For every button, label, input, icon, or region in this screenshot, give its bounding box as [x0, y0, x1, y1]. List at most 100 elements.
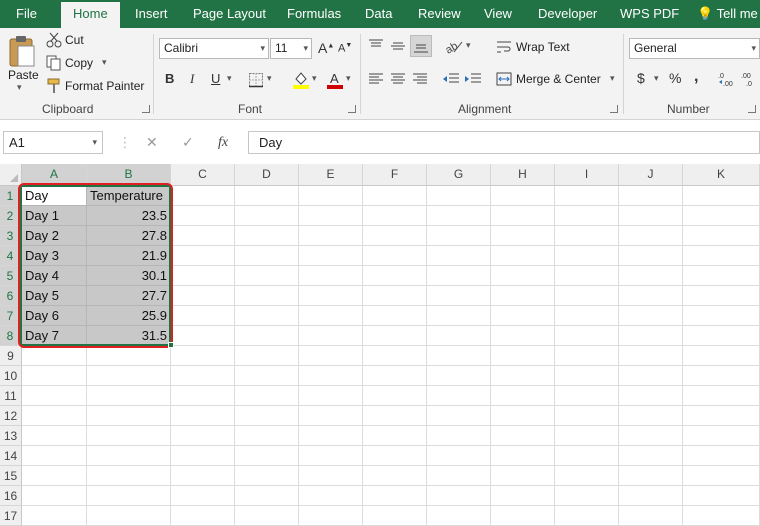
cell-b14[interactable] — [87, 446, 171, 466]
cell-d10[interactable] — [235, 366, 299, 386]
row-header-7[interactable]: 7 — [0, 306, 22, 326]
cell-h12[interactable] — [491, 406, 555, 426]
cell-i16[interactable] — [555, 486, 619, 506]
tab-home[interactable]: Home — [61, 2, 120, 28]
cell-k14[interactable] — [683, 446, 760, 466]
cell-k2[interactable] — [683, 206, 760, 226]
cell-k6[interactable] — [683, 286, 760, 306]
copy-icon[interactable] — [46, 55, 62, 74]
cell-d1[interactable] — [235, 186, 299, 206]
italic-button[interactable]: I — [190, 71, 194, 87]
column-header-c[interactable]: C — [171, 164, 235, 186]
cell-j6[interactable] — [619, 286, 683, 306]
cell-b15[interactable] — [87, 466, 171, 486]
cell-c12[interactable] — [171, 406, 235, 426]
cell-f15[interactable] — [363, 466, 427, 486]
borders-dropdown-icon[interactable]: ▾ — [267, 73, 272, 84]
cell-k9[interactable] — [683, 346, 760, 366]
cell-k16[interactable] — [683, 486, 760, 506]
cell-a16[interactable] — [22, 486, 87, 506]
tab-wps-pdf[interactable]: WPS PDF — [620, 0, 679, 28]
cell-i7[interactable] — [555, 306, 619, 326]
cell-i3[interactable] — [555, 226, 619, 246]
column-header-b[interactable]: B — [87, 164, 171, 186]
cell-d9[interactable] — [235, 346, 299, 366]
cell-j17[interactable] — [619, 506, 683, 526]
cell-b1[interactable]: Temperature — [87, 186, 171, 206]
cell-a9[interactable] — [22, 346, 87, 366]
cell-g7[interactable] — [427, 306, 491, 326]
cell-c5[interactable] — [171, 266, 235, 286]
row-header-17[interactable]: 17 — [0, 506, 22, 526]
cell-j11[interactable] — [619, 386, 683, 406]
row-header-6[interactable]: 6 — [0, 286, 22, 306]
tab-file[interactable]: File — [16, 0, 37, 28]
cell-a2[interactable]: Day 1 — [22, 206, 87, 226]
cell-f2[interactable] — [363, 206, 427, 226]
column-header-i[interactable]: I — [555, 164, 619, 186]
cell-a10[interactable] — [22, 366, 87, 386]
cell-h17[interactable] — [491, 506, 555, 526]
cell-e15[interactable] — [299, 466, 363, 486]
cell-h3[interactable] — [491, 226, 555, 246]
cell-h13[interactable] — [491, 426, 555, 446]
cell-c1[interactable] — [171, 186, 235, 206]
cell-j10[interactable] — [619, 366, 683, 386]
cell-d5[interactable] — [235, 266, 299, 286]
row-header-11[interactable]: 11 — [0, 386, 22, 406]
cell-k10[interactable] — [683, 366, 760, 386]
number-launcher-icon[interactable] — [748, 105, 756, 113]
cell-f13[interactable] — [363, 426, 427, 446]
cell-e13[interactable] — [299, 426, 363, 446]
alignment-launcher-icon[interactable] — [610, 105, 618, 113]
orientation-icon[interactable]: ab — [443, 37, 464, 58]
increase-indent-icon[interactable] — [464, 72, 482, 89]
cell-c3[interactable] — [171, 226, 235, 246]
orientation-dropdown-icon[interactable]: ▾ — [466, 40, 471, 51]
cell-j13[interactable] — [619, 426, 683, 446]
font-color-icon[interactable]: A — [326, 70, 344, 93]
cell-d4[interactable] — [235, 246, 299, 266]
row-header-2[interactable]: 2 — [0, 206, 22, 226]
cell-d3[interactable] — [235, 226, 299, 246]
column-header-g[interactable]: G — [427, 164, 491, 186]
cell-h10[interactable] — [491, 366, 555, 386]
row-header-8[interactable]: 8 — [0, 326, 22, 346]
cell-g11[interactable] — [427, 386, 491, 406]
row-header-9[interactable]: 9 — [0, 346, 22, 366]
cell-g4[interactable] — [427, 246, 491, 266]
tell-me-search[interactable]: 💡 Tell me w — [697, 0, 760, 28]
cell-c2[interactable] — [171, 206, 235, 226]
cell-j16[interactable] — [619, 486, 683, 506]
align-top-icon[interactable] — [368, 39, 384, 56]
cell-h6[interactable] — [491, 286, 555, 306]
cell-g3[interactable] — [427, 226, 491, 246]
fill-color-dropdown-icon[interactable]: ▾ — [312, 73, 317, 84]
cell-a8[interactable]: Day 7 — [22, 326, 87, 346]
cell-f10[interactable] — [363, 366, 427, 386]
cell-e12[interactable] — [299, 406, 363, 426]
cell-j12[interactable] — [619, 406, 683, 426]
cell-j8[interactable] — [619, 326, 683, 346]
cell-h16[interactable] — [491, 486, 555, 506]
cell-d11[interactable] — [235, 386, 299, 406]
currency-format-button[interactable]: $ — [637, 70, 645, 86]
cell-c4[interactable] — [171, 246, 235, 266]
cell-b8[interactable]: 31.5 — [87, 326, 171, 346]
percent-style-button[interactable]: % — [669, 70, 681, 86]
cell-i13[interactable] — [555, 426, 619, 446]
cell-e3[interactable] — [299, 226, 363, 246]
cell-h9[interactable] — [491, 346, 555, 366]
column-header-h[interactable]: H — [491, 164, 555, 186]
cell-k11[interactable] — [683, 386, 760, 406]
cell-c6[interactable] — [171, 286, 235, 306]
cell-e4[interactable] — [299, 246, 363, 266]
copy-dropdown-icon[interactable]: ▾ — [102, 57, 107, 68]
row-header-16[interactable]: 16 — [0, 486, 22, 506]
cell-i9[interactable] — [555, 346, 619, 366]
cell-g12[interactable] — [427, 406, 491, 426]
cell-c11[interactable] — [171, 386, 235, 406]
cell-c10[interactable] — [171, 366, 235, 386]
cell-g5[interactable] — [427, 266, 491, 286]
font-name-select[interactable]: Calibri ▾ — [159, 38, 269, 59]
